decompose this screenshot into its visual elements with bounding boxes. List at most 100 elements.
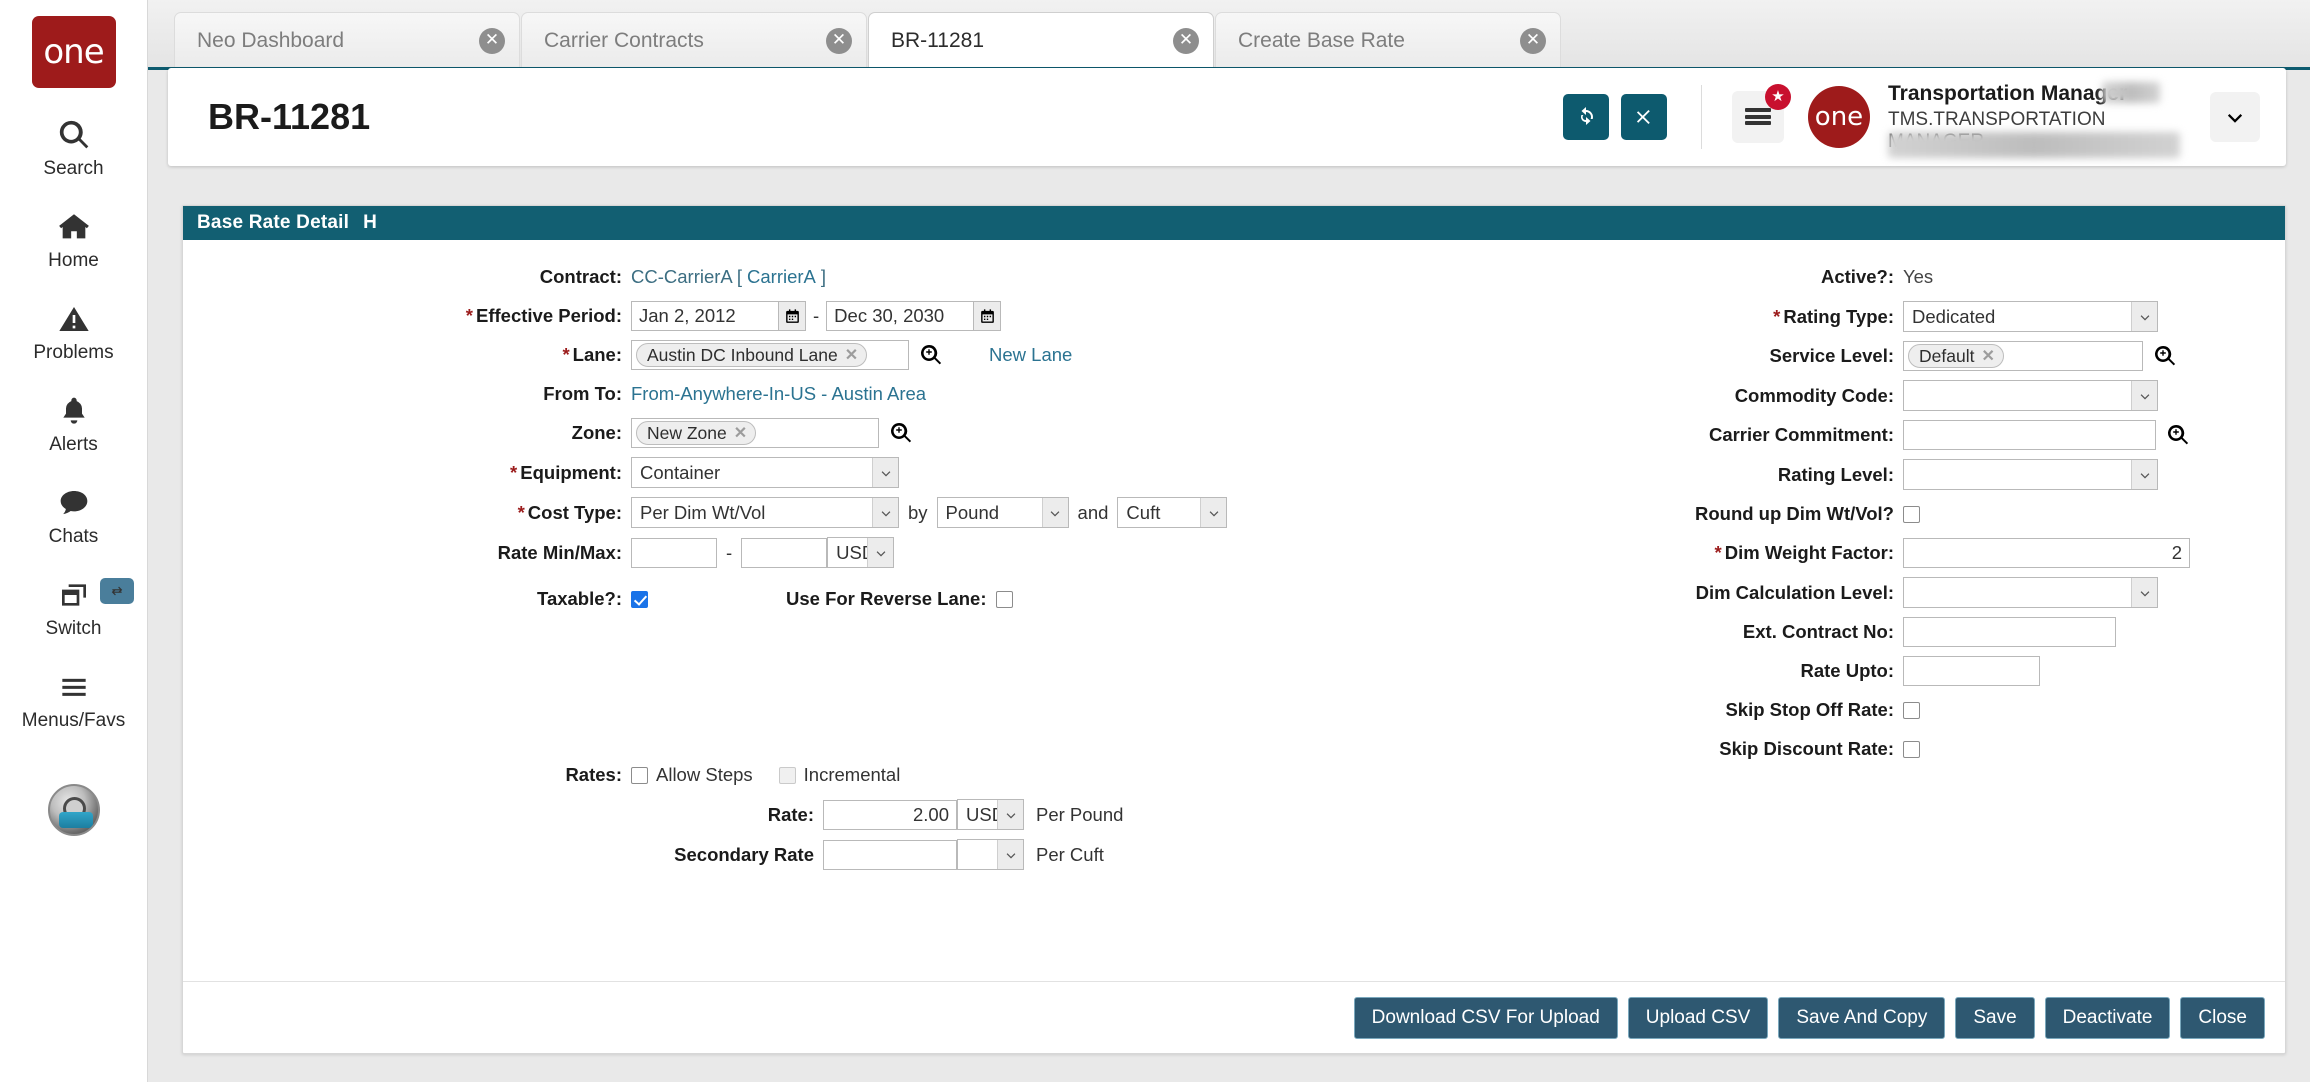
field-label: *Cost Type:	[183, 502, 631, 524]
ext-contract-no-input[interactable]	[1903, 617, 2116, 647]
sidebar-item-search[interactable]: Search	[0, 114, 148, 180]
sidebar-item-problems[interactable]: Problems	[0, 298, 148, 364]
rate-min-input[interactable]	[631, 538, 717, 568]
sidebar-item-alerts[interactable]: Alerts	[0, 390, 148, 456]
switch-windows-icon	[56, 574, 92, 616]
skip-stop-off-rate-checkbox[interactable]	[1903, 702, 1920, 719]
effective-from-input[interactable]	[631, 301, 779, 331]
section-header: Base Rate Detail H	[183, 206, 2285, 240]
sidebar-item-label: Switch	[46, 618, 102, 640]
taxable-checkbox[interactable]	[631, 591, 648, 608]
save-and-copy-button[interactable]: Save And Copy	[1778, 997, 1945, 1039]
lane-chip[interactable]: Austin DC Inbound Lane ✕	[636, 343, 867, 367]
tab-create-base-rate[interactable]: Create Base Rate ✕	[1215, 12, 1561, 68]
equipment-select[interactable]: Container	[631, 457, 899, 488]
service-level-chip[interactable]: Default ✕	[1908, 344, 2004, 368]
skip-discount-rate-checkbox[interactable]	[1903, 741, 1920, 758]
tab-label: Create Base Rate	[1238, 29, 1520, 53]
sidebar-item-home[interactable]: Home	[0, 206, 148, 272]
effective-to-input[interactable]	[826, 301, 974, 331]
chevron-down-icon	[1200, 498, 1226, 527]
avatar[interactable]	[48, 784, 100, 836]
service-level-chip-label: Default	[1919, 346, 1974, 367]
calendar-from-button[interactable]	[779, 301, 806, 331]
incremental-checkbox	[779, 767, 796, 784]
close-button[interactable]	[1621, 94, 1667, 140]
dim-weight-factor-input[interactable]	[1903, 538, 2190, 568]
lane-input[interactable]: Austin DC Inbound Lane ✕	[631, 340, 909, 370]
field-rating-type: *Rating Type: Dedicated	[1433, 301, 2310, 332]
active-value: Yes	[1903, 266, 1933, 288]
round-up-dim-checkbox[interactable]	[1903, 506, 1920, 523]
close-icon[interactable]: ✕	[1173, 28, 1199, 54]
secondary-rate-input[interactable]	[823, 840, 957, 870]
tab-br-11281[interactable]: BR-11281 ✕	[868, 12, 1214, 68]
close-icon[interactable]: ✕	[826, 28, 852, 54]
service-level-search-icon[interactable]	[2153, 344, 2177, 368]
download-csv-for-upload-button[interactable]: Download CSV For Upload	[1354, 997, 1618, 1039]
zone-chip-label: New Zone	[647, 423, 727, 444]
cost-type-select[interactable]: Per Dim Wt/Vol	[631, 497, 899, 528]
brand-logo[interactable]: one	[32, 16, 116, 88]
dim-calculation-level-select[interactable]	[1903, 577, 2158, 608]
required-marker: *	[1773, 306, 1780, 327]
field-label: Skip Stop Off Rate:	[1433, 699, 1903, 721]
rate-value-input[interactable]	[823, 800, 957, 830]
zone-search-icon[interactable]	[889, 421, 913, 445]
carrier-commitment-search-icon[interactable]	[2166, 423, 2190, 447]
field-label: Carrier Commitment:	[1433, 424, 1903, 446]
rate-currency-select[interactable]: USD	[827, 537, 894, 568]
chip-remove-icon[interactable]: ✕	[1981, 346, 1994, 366]
new-lane-link[interactable]: New Lane	[989, 344, 1072, 366]
rating-type-select[interactable]: Dedicated	[1903, 301, 2158, 332]
sidebar-item-switch[interactable]: Switch	[0, 574, 148, 640]
close-icon[interactable]: ✕	[479, 28, 505, 54]
lane-search-icon[interactable]	[919, 343, 943, 367]
service-level-input[interactable]: Default ✕	[1903, 341, 2143, 371]
rate-value-currency: USD	[958, 804, 997, 826]
sidebar-item-chats[interactable]: Chats	[0, 482, 148, 548]
field-label: Rate Min/Max:	[183, 542, 631, 564]
upload-csv-button[interactable]: Upload CSV	[1628, 997, 1769, 1039]
tab-neo-dashboard[interactable]: Neo Dashboard ✕	[174, 12, 520, 68]
carrier-commitment-input[interactable]	[1903, 420, 2156, 450]
use-for-reverse-lane-checkbox[interactable]	[996, 591, 1013, 608]
commodity-code-select[interactable]	[1903, 380, 2158, 411]
from-to-value[interactable]: From-Anywhere-In-US - Austin Area	[631, 383, 926, 405]
cost-type-by-value: Pound	[938, 502, 1042, 524]
allow-steps-checkbox[interactable]	[631, 767, 648, 784]
field-rates: Rates: Allow Steps Incremental	[183, 760, 1433, 790]
close-icon[interactable]: ✕	[1520, 28, 1546, 54]
cost-type-value: Per Dim Wt/Vol	[632, 502, 872, 524]
deactivate-button[interactable]: Deactivate	[2045, 997, 2171, 1039]
chevron-down-icon	[997, 840, 1023, 869]
zone-chip[interactable]: New Zone ✕	[636, 421, 756, 445]
zone-input[interactable]: New Zone ✕	[631, 418, 879, 448]
field-cost-type: *Cost Type: Per Dim Wt/Vol by Pound and	[183, 497, 1433, 528]
chip-remove-icon[interactable]: ✕	[845, 345, 858, 365]
secondary-rate-currency-select[interactable]	[957, 839, 1024, 870]
rating-level-select[interactable]	[1903, 459, 2158, 490]
user-menu-toggle[interactable]	[2210, 92, 2260, 142]
field-ext-contract-no: Ext. Contract No:	[1433, 617, 2310, 647]
chip-remove-icon[interactable]: ✕	[734, 423, 747, 443]
rate-value-currency-select[interactable]: USD	[957, 799, 1024, 830]
contract-carrier-link[interactable]: CarrierA	[747, 266, 816, 288]
tab-carrier-contracts[interactable]: Carrier Contracts ✕	[521, 12, 867, 68]
save-button[interactable]: Save	[1955, 997, 2034, 1039]
calendar-to-button[interactable]	[974, 301, 1001, 331]
rate-upto-input[interactable]	[1903, 656, 2040, 686]
field-label: Round up Dim Wt/Vol?	[1433, 503, 1903, 525]
cost-type-by-select[interactable]: Pound	[937, 497, 1069, 528]
main-menu-button[interactable]: ★	[1732, 91, 1784, 143]
refresh-button[interactable]	[1563, 94, 1609, 140]
chat-bubble-icon	[57, 482, 91, 524]
switch-toggle-badge[interactable]	[100, 578, 134, 604]
sidebar-item-menus-favs[interactable]: Menus/Favs	[0, 666, 148, 732]
rate-max-input[interactable]	[741, 538, 827, 568]
cost-type-and-select[interactable]: Cuft	[1117, 497, 1227, 528]
field-commodity-code: Commodity Code:	[1433, 380, 2310, 411]
header-actions: ★ one Transportation Manager TMS.TRANSPO…	[1551, 82, 2286, 153]
contract-value-end: ]	[821, 266, 826, 288]
close-button[interactable]: Close	[2180, 997, 2265, 1039]
